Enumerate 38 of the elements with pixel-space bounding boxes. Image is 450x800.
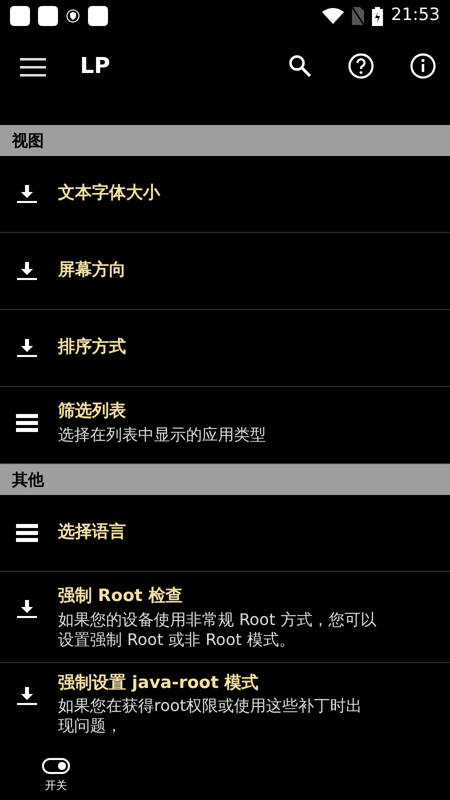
settings-item[interactable]: 文本字体大小: [0, 156, 450, 233]
settings-item[interactable]: 屏幕方向: [0, 233, 450, 310]
settings-item[interactable]: 强制 Root 检查 如果您的设备使用非常规 Root 方式，您可以设置强制 Root 或非 Root 模式。: [0, 572, 450, 662]
item-title: 强制设置 java-root 模式: [58, 672, 260, 694]
download-icon: [16, 684, 38, 706]
notification-icon: [38, 6, 58, 26]
item-title: 选择语言: [58, 521, 126, 544]
download-icon: [16, 337, 38, 359]
section-header: 视图: [0, 125, 450, 156]
download-icon: [16, 260, 38, 282]
download-icon: [16, 183, 38, 205]
app-title: LP: [80, 52, 110, 80]
list-icon: [16, 523, 38, 543]
info-button[interactable]: [410, 53, 436, 79]
shield-icon: [66, 9, 80, 23]
clock: 21:53: [391, 4, 440, 28]
help-button[interactable]: [348, 53, 374, 79]
battery-icon: [372, 6, 383, 26]
settings-item[interactable]: 排序方式: [0, 310, 450, 387]
no-sim-icon: [352, 7, 364, 25]
wifi-icon: [322, 8, 344, 24]
item-title: 筛选列表: [58, 400, 127, 423]
nav-tab[interactable]: 开关: [42, 758, 70, 794]
item-title: 屏幕方向: [58, 259, 126, 282]
notification-icon: [88, 6, 108, 26]
item-description: 选择在列表中显示的应用类型: [58, 424, 267, 444]
settings-item[interactable]: 选择语言: [0, 495, 450, 572]
item-description: 如果您的设备使用非常规 Root 方式，您可以设置强制 Root 或非 Root 模式。: [58, 610, 378, 650]
item-title: 强制 Root 检查: [58, 585, 184, 608]
settings-item[interactable]: 强制设置 java-root 模式 如果您在获得root权限或使用这些补丁时出现问题，: [0, 662, 450, 736]
notification-icon: [10, 6, 30, 26]
section-header: 其他: [0, 464, 450, 495]
item-title: 文本字体大小: [58, 182, 160, 206]
list-icon: [16, 413, 38, 433]
search-button[interactable]: [288, 54, 312, 78]
item-title: 排序方式: [58, 336, 126, 360]
item-description: 如果您在获得root权限或使用这些补丁时出现问题，: [58, 696, 364, 736]
download-icon: [16, 598, 38, 620]
